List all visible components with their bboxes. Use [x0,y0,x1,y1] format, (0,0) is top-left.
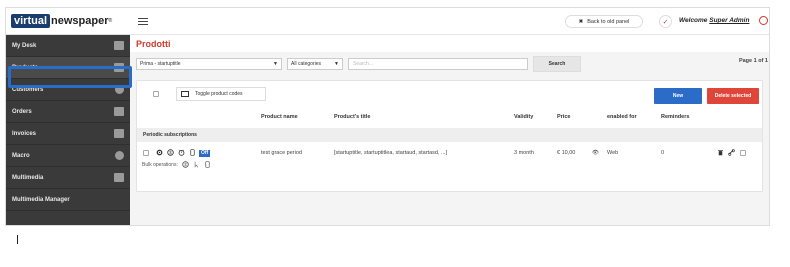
publication-select[interactable]: Prima - startuptitle ▼ [136,58,282,70]
col-reminders[interactable]: Reminders [661,114,689,120]
calendar-icon [114,41,124,50]
reminders: 0 [661,150,665,156]
category-select[interactable]: All categories ▼ [287,58,343,70]
row-select-checkbox[interactable] [740,150,746,156]
bulk-label: Bulk operations: [142,161,178,168]
validity: 3 month [514,150,534,156]
product-title: [startuptitle, startuptitlea, startaud, … [334,150,448,156]
table-header: Product name Product's title Validity Pr… [137,112,762,124]
sidebar-item-label: Invoices [12,130,37,137]
user-name-link[interactable]: Super Admin [709,17,749,24]
sidebar-item-macro[interactable]: Macro [6,145,130,167]
back-to-old-panel-button[interactable]: ✖ Back to old panel [565,15,643,28]
pointer-icon[interactable] [193,161,200,168]
orders-icon [114,107,124,116]
sidebar: virtual newspaper ® My Desk Products Custo… [6,8,130,225]
logo-tm: ® [108,18,113,24]
sidebar-item-label: My Desk [12,42,37,49]
chevron-down-icon: ▼ [273,61,278,67]
invoice-icon [114,129,124,138]
avatar[interactable]: ✓ [659,15,672,28]
link-icon[interactable] [728,149,735,156]
publication-value: Prima - startuptitle [140,61,181,67]
mobile-icon[interactable] [189,149,196,156]
status-badge[interactable]: Off [199,150,211,157]
table-row: $ Off test grace period [startuptitle, s… [137,148,762,160]
logo-box: virtual [11,14,51,28]
pager: Page 1 of 1 [738,58,768,64]
gear-icon [115,151,124,160]
menu-icon[interactable] [138,16,148,27]
logo[interactable]: virtual newspaper ® [6,8,130,35]
svg-text:$: $ [169,150,172,155]
v-logo-icon: ✓ [662,18,669,26]
welcome-text: Welcome Super Admin [679,17,749,24]
mobile-icon[interactable] [204,161,211,168]
sidebar-item-label: Multimedia [12,174,44,181]
product-name: test grace period [261,150,302,156]
enabled-for: Web [607,150,619,156]
text-cursor [17,235,18,244]
products-panel: Toggle product codes New Delete selected… [136,80,763,192]
select-all-checkbox[interactable] [153,91,159,97]
image-icon [114,173,124,182]
sidebar-item-multimedia[interactable]: Multimedia [6,167,130,189]
row-checkbox[interactable] [143,150,149,156]
page-header: Prodotti [130,36,769,52]
back-label: Back to old panel [587,18,630,25]
group-label: Periodic subscriptions [143,132,197,138]
search-button[interactable]: Search [533,56,581,72]
sidebar-item-orders[interactable]: Orders [6,101,130,123]
trash-icon[interactable] [717,149,724,156]
col-product-name[interactable]: Product name [261,114,298,120]
toggle-label: Toggle product codes [195,91,243,97]
eye-icon: 👁 [592,150,599,156]
col-enabled-for[interactable]: enabled for [607,114,637,120]
group-header: Periodic subscriptions [137,128,762,142]
selection-highlight [8,66,132,88]
app-window: virtual newspaper ® My Desk Products Custo… [5,7,770,226]
table-icon [181,91,189,97]
clock-icon[interactable] [178,149,185,156]
sidebar-item-multimedia-manager[interactable]: Multimedia Manager [6,189,130,211]
new-button[interactable]: New [654,88,702,104]
bulk-operations: Bulk operations: $ [142,161,211,168]
power-icon[interactable] [759,16,768,25]
price-icon[interactable]: $ [182,161,189,168]
logo-text: newspaper [51,15,109,27]
col-product-title[interactable]: Product's title [334,114,370,120]
pin-icon: ✖ [578,18,584,25]
main-content: Prodotti Prima - startuptitle ▼ All cate… [130,36,769,225]
filter-bar: Prima - startuptitle ▼ All categories ▼ … [136,52,769,72]
col-validity[interactable]: Validity [514,114,533,120]
table-toolbar: Toggle product codes New Delete selected [137,81,762,109]
welcome-prefix: Welcome [679,17,710,24]
sidebar-item-my-desk[interactable]: My Desk [6,35,130,57]
svg-text:$: $ [184,162,187,167]
category-value: All categories [291,61,322,67]
sidebar-item-label: Macro [12,152,30,159]
page-title: Prodotti [136,39,171,49]
top-bar: ✖ Back to old panel ✓ Welcome Super Admi… [130,8,769,35]
price: € 10,00 [557,150,576,156]
gear-icon[interactable] [156,149,163,156]
delete-selected-button[interactable]: Delete selected [707,88,759,104]
sidebar-item-label: Multimedia Manager [12,196,70,203]
sidebar-item-label: Orders [12,108,32,115]
col-price[interactable]: Price [557,114,570,120]
chevron-down-icon: ▼ [334,61,339,67]
toggle-product-codes-button[interactable]: Toggle product codes [176,87,266,101]
sidebar-item-invoices[interactable]: Invoices [6,123,130,145]
search-input[interactable]: Search... [348,58,528,70]
price-icon[interactable]: $ [167,149,174,156]
